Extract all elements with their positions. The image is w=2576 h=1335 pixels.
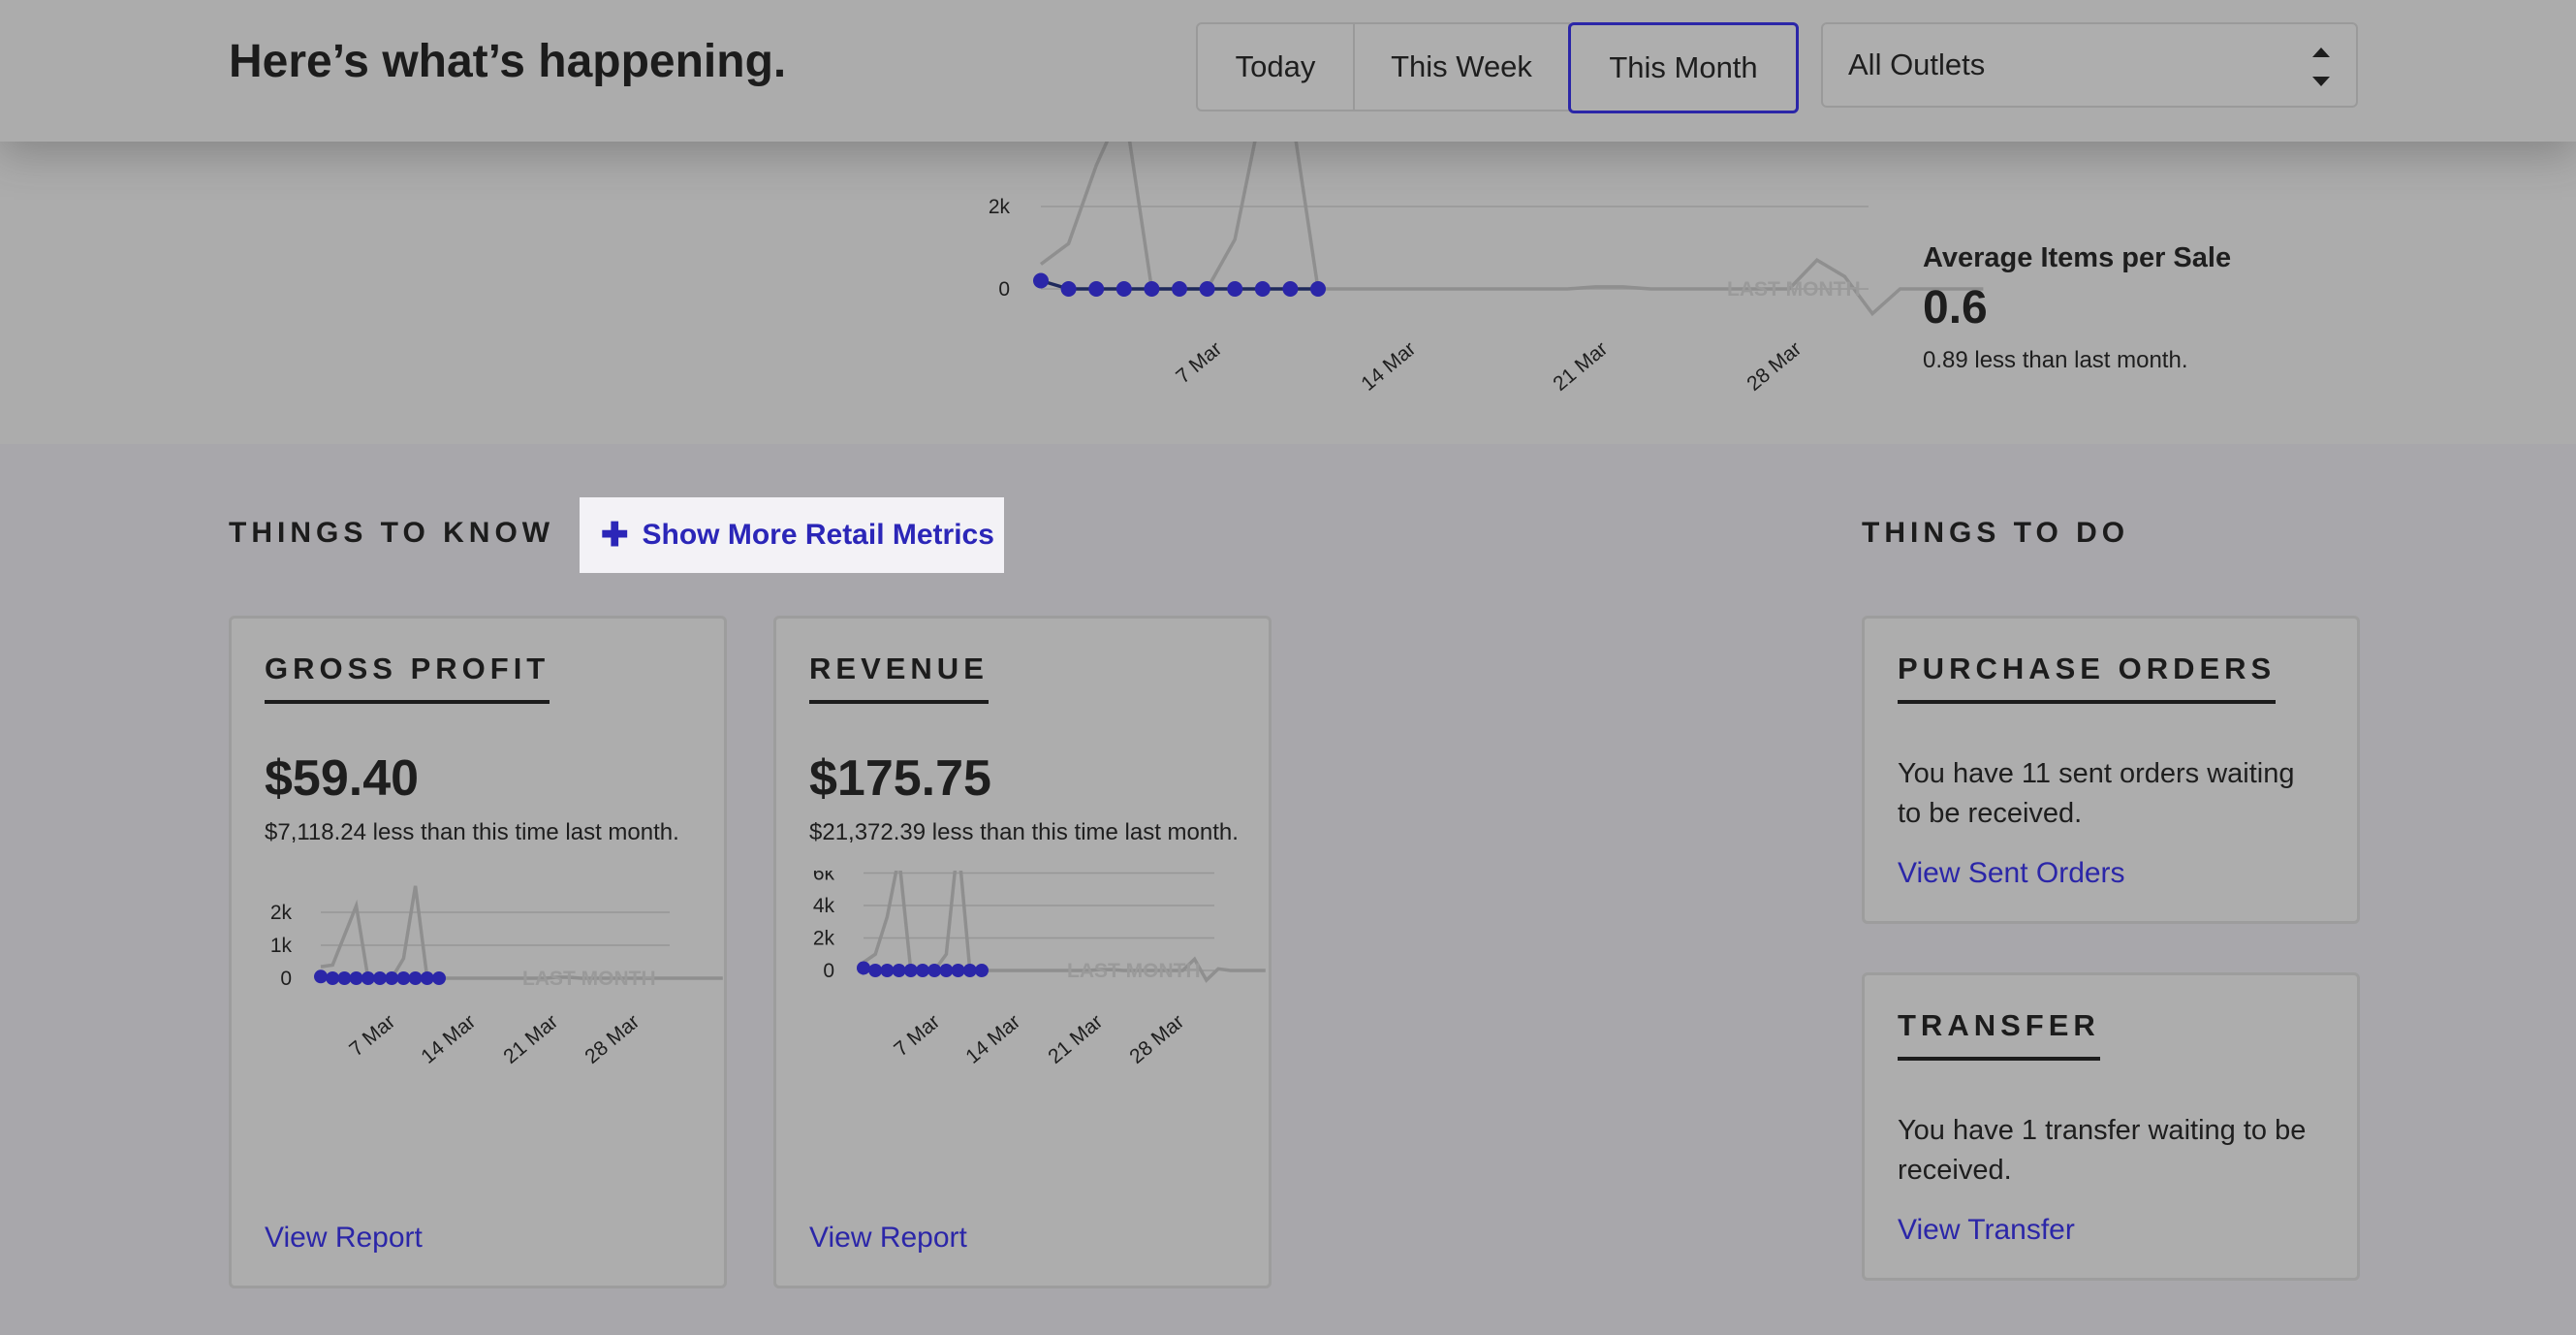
data-point	[432, 971, 446, 985]
y-tick-label: 1k	[270, 935, 293, 957]
data-point	[1254, 281, 1271, 297]
x-tick-label: 7 Mar	[345, 1010, 399, 1061]
data-point	[1199, 281, 1215, 297]
data-point	[857, 961, 870, 975]
items-per-sale-chart: 0 2k 7 Mar 14 Mar 21 Mar 28 Mar LAST MONTH	[989, 142, 1984, 396]
y-tick-label: 2k	[270, 902, 293, 924]
things-to-do-heading: THINGS TO DO	[1862, 517, 2130, 549]
data-point	[361, 971, 375, 985]
data-point	[1115, 281, 1132, 297]
view-sent-orders-link[interactable]: View Sent Orders	[1898, 857, 2125, 890]
data-point	[868, 964, 883, 977]
data-point	[1172, 281, 1187, 297]
data-point	[916, 964, 929, 977]
y-tick-label: 0	[998, 278, 1010, 301]
x-tick-label: 28 Mar	[1125, 1010, 1188, 1068]
revenue-view-report-link[interactable]: View Report	[809, 1222, 967, 1255]
outlet-select[interactable]: All Outlets	[1821, 22, 2358, 108]
purchase-orders-card: PURCHASE ORDERS You have 11 sent orders …	[1862, 616, 2360, 924]
avg-items-value: 0.6	[1923, 282, 1988, 334]
data-point	[951, 964, 965, 977]
range-this-month-button[interactable]: This Month	[1568, 22, 1799, 113]
data-point	[396, 971, 411, 985]
range-this-week-button[interactable]: This Week	[1355, 22, 1570, 111]
data-point	[1310, 281, 1326, 297]
y-tick-label: 2k	[989, 196, 1011, 218]
data-point	[939, 964, 954, 977]
date-range-selector: Today This Week This Month	[1196, 22, 1799, 113]
data-point	[385, 971, 399, 985]
data-point	[1144, 281, 1160, 297]
y-tick-label: 0	[280, 968, 292, 990]
y-tick-label: 4k	[813, 895, 835, 917]
gross-profit-card: GROSS PROFIT $59.40 $7,118.24 less than …	[229, 616, 727, 1288]
page-title: Here’s what’s happening.	[229, 36, 787, 87]
x-tick-label: 7 Mar	[1172, 337, 1226, 388]
x-tick-label: 28 Mar	[581, 1010, 644, 1068]
gross-profit-view-report-link[interactable]: View Report	[265, 1222, 423, 1255]
x-tick-label: 21 Mar	[1044, 1010, 1107, 1068]
x-tick-label: 7 Mar	[890, 1010, 944, 1061]
view-transfer-link[interactable]: View Transfer	[1898, 1214, 2075, 1247]
data-point	[975, 964, 989, 977]
avg-items-delta: 0.89 less than last month.	[1923, 347, 2188, 373]
data-point	[373, 971, 387, 985]
data-point	[326, 971, 340, 985]
dashboard-header: Here’s what’s happening. Today This Week…	[0, 0, 2576, 142]
last-month-label: LAST MONTH	[522, 968, 656, 990]
purchase-orders-text: You have 11 sent orders waiting to be re…	[1898, 758, 2295, 829]
card-title: PURCHASE ORDERS	[1898, 652, 2277, 704]
data-point	[420, 971, 434, 985]
revenue-card: REVENUE $175.75 $21,372.39 less than thi…	[773, 616, 1272, 1288]
data-point	[314, 969, 328, 984]
gross-profit-chart: 0 1k 2k 7 Mar 14 Mar 21 Mar 28 Mar LAST MONTH	[270, 885, 723, 1068]
transfer-text: You have 1 transfer waiting to be receiv…	[1898, 1115, 2307, 1186]
y-tick-label: 0	[823, 960, 834, 982]
x-tick-label: 14 Mar	[961, 1010, 1024, 1068]
gross-profit-value: $59.40	[265, 750, 420, 807]
things-to-know-heading: THINGS TO KNOW	[229, 517, 555, 549]
show-more-metrics-button[interactable]: ✚ Show More Retail Metrics	[580, 497, 1004, 573]
revenue-value: $175.75	[809, 750, 991, 807]
range-today-button[interactable]: Today	[1196, 22, 1355, 111]
show-more-metrics-label: Show More Retail Metrics	[642, 519, 994, 551]
x-tick-label: 28 Mar	[1743, 337, 1806, 396]
card-title: GROSS PROFIT	[265, 652, 550, 704]
last-month-label: LAST MONTH	[1727, 278, 1861, 301]
plus-icon: ✚	[601, 517, 629, 554]
last-month-label: LAST MONTH	[1067, 960, 1201, 982]
card-title: REVENUE	[809, 652, 989, 704]
x-tick-label: 14 Mar	[417, 1010, 480, 1068]
data-point	[880, 964, 895, 977]
data-point	[1060, 281, 1077, 297]
data-point	[408, 971, 423, 985]
top-metric-section: 0 2k 7 Mar 14 Mar 21 Mar 28 Mar LAST MONTH	[0, 142, 2576, 444]
data-point	[337, 971, 352, 985]
card-title: TRANSFER	[1898, 1008, 2100, 1061]
x-tick-label: 14 Mar	[1357, 337, 1420, 396]
data-point	[903, 964, 918, 977]
data-point	[1033, 272, 1049, 289]
x-tick-label: 21 Mar	[1549, 337, 1612, 396]
data-point	[1088, 281, 1105, 297]
revenue-chart: 02k4k6k8k7 Mar14 Mar21 Mar28 MarLAST MON…	[813, 871, 1266, 1068]
gross-profit-delta: $7,118.24 less than this time last month…	[265, 819, 679, 845]
select-arrows-icon	[2311, 46, 2331, 88]
data-point	[1282, 281, 1299, 297]
series-last-month-line	[320, 885, 723, 980]
data-point	[962, 964, 977, 977]
data-point	[1227, 281, 1243, 297]
y-tick-label: 6k	[813, 871, 835, 885]
series-last-month-line	[863, 871, 1266, 983]
avg-items-label: Average Items per Sale	[1923, 242, 2232, 273]
data-point	[349, 971, 363, 985]
outlet-select-value: All Outlets	[1848, 48, 1986, 81]
transfer-card: TRANSFER You have 1 transfer waiting to …	[1862, 972, 2360, 1281]
y-tick-label: 2k	[813, 928, 835, 950]
data-point	[892, 964, 906, 977]
revenue-delta: $21,372.39 less than this time last mont…	[809, 819, 1239, 845]
x-tick-label: 21 Mar	[499, 1010, 562, 1068]
data-point	[927, 964, 942, 977]
